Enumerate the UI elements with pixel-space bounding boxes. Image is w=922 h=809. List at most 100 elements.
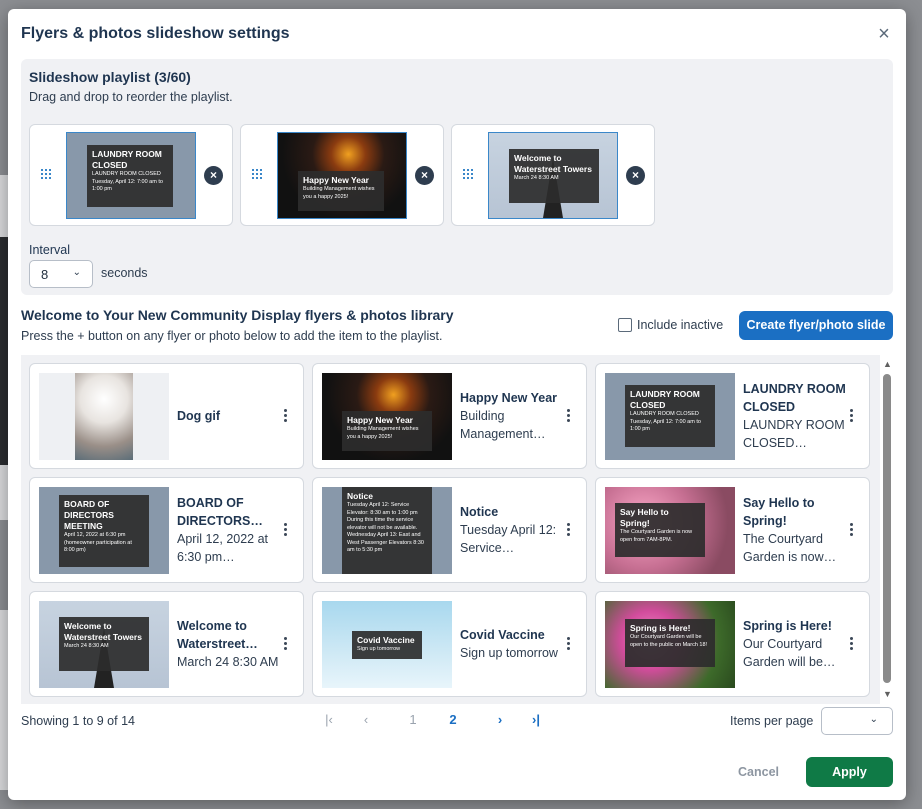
overlay-title: LAUNDRY ROOM CLOSED	[92, 149, 162, 170]
card-thumbnail: BOARD OF DIRECTORS MEETING April 12, 202…	[39, 487, 169, 574]
dialog-title: Flyers & photos slideshow settings	[21, 25, 290, 42]
scroll-down-icon[interactable]: ▼	[883, 689, 892, 699]
library-card[interactable]: Happy New Year Building Management wishe…	[312, 363, 587, 469]
drag-handle-icon[interactable]	[41, 169, 53, 183]
next-page-icon[interactable]: ›	[491, 712, 509, 727]
scrollbar-thumb[interactable]	[883, 374, 891, 683]
more-options-icon[interactable]	[560, 634, 576, 654]
card-title: Welcome to Waterstreet…	[177, 619, 258, 651]
card-desc: The Courtyard Garden is now…	[743, 532, 837, 564]
playlist-item[interactable]: Happy New Year Building Management wishe…	[240, 124, 444, 226]
overlay-title: Welcome to Waterstreet Towers	[64, 621, 142, 642]
thumbnail-overlay: LAUNDRY ROOM CLOSED LAUNDRY ROOM CLOSED …	[625, 385, 715, 447]
overlay-title: Say Hello to Spring!	[620, 507, 669, 528]
more-options-icon[interactable]	[843, 520, 859, 540]
remove-icon[interactable]: ×	[415, 166, 434, 185]
interval-label: Interval	[29, 243, 70, 257]
dog-image	[75, 373, 133, 460]
overlay-title: Spring is Here!	[630, 623, 691, 633]
more-options-icon[interactable]	[560, 520, 576, 540]
overlay-title: Notice	[347, 491, 373, 501]
interval-value: 8	[41, 267, 49, 282]
card-thumbnail: Notice Tuesday April 12: Service Elevato…	[322, 487, 452, 574]
library-card[interactable]: Covid Vaccine Sign up tomorrow Covid Vac…	[312, 591, 587, 697]
overlay-text: Tuesday April 12: Service Elevator: 8:30…	[347, 502, 424, 553]
create-slide-button[interactable]: Create flyer/photo slide	[739, 311, 893, 340]
more-options-icon[interactable]	[843, 406, 859, 426]
items-per-page-select[interactable]: ⌄	[821, 707, 893, 735]
interval-unit: seconds	[101, 266, 148, 280]
thumbnail-overlay: Say Hello to Spring! The Courtyard Garde…	[615, 503, 705, 557]
playlist-thumbnail: LAUNDRY ROOM CLOSED LAUNDRY ROOM CLOSED …	[66, 132, 196, 219]
card-thumbnail: Say Hello to Spring! The Courtyard Garde…	[605, 487, 735, 574]
more-options-icon[interactable]	[843, 634, 859, 654]
prev-page-icon[interactable]: ‹	[357, 712, 375, 727]
scrollbar[interactable]: ▲ ▼	[881, 359, 893, 704]
first-page-icon[interactable]: |‹	[320, 712, 338, 727]
card-thumbnail: Happy New Year Building Management wishe…	[322, 373, 452, 460]
playlist-item[interactable]: LAUNDRY ROOM CLOSED LAUNDRY ROOM CLOSED …	[29, 124, 233, 226]
drag-handle-icon[interactable]	[252, 169, 264, 183]
card-thumbnail: LAUNDRY ROOM CLOSED LAUNDRY ROOM CLOSED …	[605, 373, 735, 460]
overlay-text: The Courtyard Garden is now open from 7A…	[620, 529, 693, 543]
overlay-title: Welcome to Waterstreet Towers	[514, 153, 592, 174]
page-1-button[interactable]: 1	[404, 712, 422, 727]
last-page-icon[interactable]: ›|	[527, 712, 545, 727]
library-card[interactable]: Notice Tuesday April 12: Service Elevato…	[312, 477, 587, 583]
remove-icon[interactable]: ×	[204, 166, 223, 185]
close-icon[interactable]: ×	[874, 24, 894, 45]
card-title: Spring is Here!	[743, 619, 832, 633]
include-inactive-label[interactable]: Include inactive	[637, 318, 723, 332]
thumbnail-overlay: Happy New Year Building Management wishe…	[342, 411, 432, 451]
overlay-text: LAUNDRY ROOM CLOSED Tuesday, April 12: 7…	[630, 411, 701, 432]
card-thumbnail: Welcome to Waterstreet Towers March 24 8…	[39, 601, 169, 688]
cancel-button[interactable]: Cancel	[738, 765, 779, 779]
library-card[interactable]: Dog gif	[29, 363, 304, 469]
include-inactive-checkbox[interactable]	[618, 318, 632, 332]
interval-select[interactable]: 8 ⌄	[29, 260, 93, 288]
more-options-icon[interactable]	[277, 406, 293, 426]
playlist-item[interactable]: Welcome to Waterstreet Towers March 24 8…	[451, 124, 655, 226]
library-card[interactable]: Welcome to Waterstreet Towers March 24 8…	[29, 591, 304, 697]
page-2-button[interactable]: 2	[444, 712, 462, 727]
card-desc: Tuesday April 12: Service…	[460, 523, 557, 555]
library-subtitle: Press the + button on any flyer or photo…	[21, 329, 443, 343]
overlay-text: March 24 8:30 AM	[64, 643, 109, 649]
thumbnail-overlay: Happy New Year Building Management wishe…	[298, 171, 384, 211]
apply-button[interactable]: Apply	[806, 757, 893, 787]
card-title: Dog gif	[177, 409, 221, 423]
showing-count: Showing 1 to 9 of 14	[21, 714, 135, 728]
more-options-icon[interactable]	[560, 406, 576, 426]
card-desc: Sign up tomorrow	[460, 646, 558, 660]
thumbnail-overlay: LAUNDRY ROOM CLOSED LAUNDRY ROOM CLOSED …	[87, 145, 173, 207]
overlay-title: Happy New Year	[347, 415, 413, 425]
card-desc: March 24 8:30 AM	[177, 655, 279, 669]
library-grid: Dog gif Happy New Year Building Manageme…	[21, 355, 880, 704]
more-options-icon[interactable]	[277, 520, 293, 540]
overlay-text: LAUNDRY ROOM CLOSED Tuesday, April 12: 7…	[92, 171, 163, 192]
items-per-page-label: Items per page	[730, 714, 814, 728]
card-desc: LAUNDRY ROOM CLOSED…	[743, 418, 845, 450]
scroll-up-icon[interactable]: ▲	[883, 359, 892, 369]
playlist-thumbnail: Happy New Year Building Management wishe…	[277, 132, 407, 219]
overlay-title: Covid Vaccine	[357, 635, 415, 645]
thumbnail-overlay: Covid Vaccine Sign up tomorrow	[352, 631, 422, 659]
drag-handle-icon[interactable]	[463, 169, 475, 183]
library-card[interactable]: LAUNDRY ROOM CLOSED LAUNDRY ROOM CLOSED …	[595, 363, 870, 469]
thumbnail-overlay: Welcome to Waterstreet Towers March 24 8…	[509, 149, 599, 203]
card-thumbnail: Covid Vaccine Sign up tomorrow	[322, 601, 452, 688]
card-title: Notice	[460, 505, 499, 519]
library-card[interactable]: Say Hello to Spring! The Courtyard Garde…	[595, 477, 870, 583]
card-title: Say Hello to Spring!	[743, 496, 815, 528]
chevron-down-icon: ⌄	[72, 267, 81, 278]
library-card[interactable]: BOARD OF DIRECTORS MEETING April 12, 202…	[29, 477, 304, 583]
overlay-text: Our Courtyard Garden will be open to the…	[630, 634, 708, 648]
overlay-text: Building Management wishes you a happy 2…	[347, 426, 419, 440]
more-options-icon[interactable]	[277, 634, 293, 654]
card-title: LAUNDRY ROOM CLOSED	[743, 382, 846, 414]
card-desc: Building Management…	[460, 409, 546, 441]
overlay-text: March 24 8:30 AM	[514, 175, 559, 181]
library-card[interactable]: Spring is Here! Our Courtyard Garden wil…	[595, 591, 870, 697]
card-title: Happy New Year	[460, 391, 558, 405]
remove-icon[interactable]: ×	[626, 166, 645, 185]
